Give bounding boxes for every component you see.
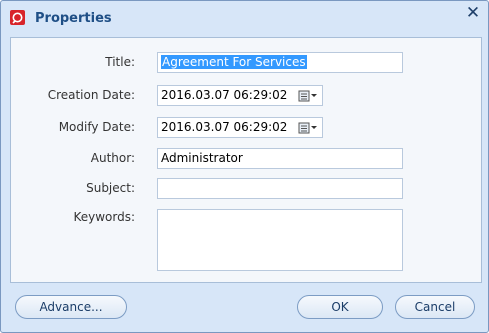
title-label: Title: [105, 55, 135, 69]
properties-dialog: Properties ✕ Title: Agreement For Servic… [0, 0, 489, 333]
author-value: Administrator [161, 151, 243, 165]
app-logo-icon [10, 10, 25, 25]
modify-date-label: Modify Date: [58, 120, 135, 134]
close-button[interactable]: ✕ [460, 1, 486, 25]
calendar-dropdown-icon[interactable] [298, 122, 318, 134]
modify-date-value: 2016.03.07 06:29:02 [161, 120, 288, 134]
dialog-title: Properties [35, 11, 112, 26]
close-icon: ✕ [465, 3, 481, 23]
creation-date-value: 2016.03.07 06:29:02 [161, 88, 288, 102]
title-value: Agreement For Services [161, 55, 307, 69]
creation-date-field[interactable]: 2016.03.07 06:29:02 [157, 85, 323, 106]
modify-date-field[interactable]: 2016.03.07 06:29:02 [157, 117, 323, 138]
title-field[interactable]: Agreement For Services [157, 52, 403, 73]
keywords-label: Keywords: [73, 210, 135, 224]
advance-button[interactable]: Advance... [15, 295, 127, 319]
keywords-field[interactable] [157, 209, 403, 271]
calendar-dropdown-icon[interactable] [298, 90, 318, 102]
author-label: Author: [90, 151, 135, 165]
creation-date-label: Creation Date: [47, 88, 135, 102]
properties-panel: Title: Agreement For Services Creation D… [10, 37, 482, 283]
author-field[interactable]: Administrator [157, 148, 403, 169]
subject-field[interactable] [157, 178, 403, 199]
subject-label: Subject: [86, 181, 135, 195]
title-bar: Properties ✕ [1, 1, 488, 37]
cancel-button[interactable]: Cancel [395, 295, 475, 319]
ok-button[interactable]: OK [297, 295, 383, 319]
